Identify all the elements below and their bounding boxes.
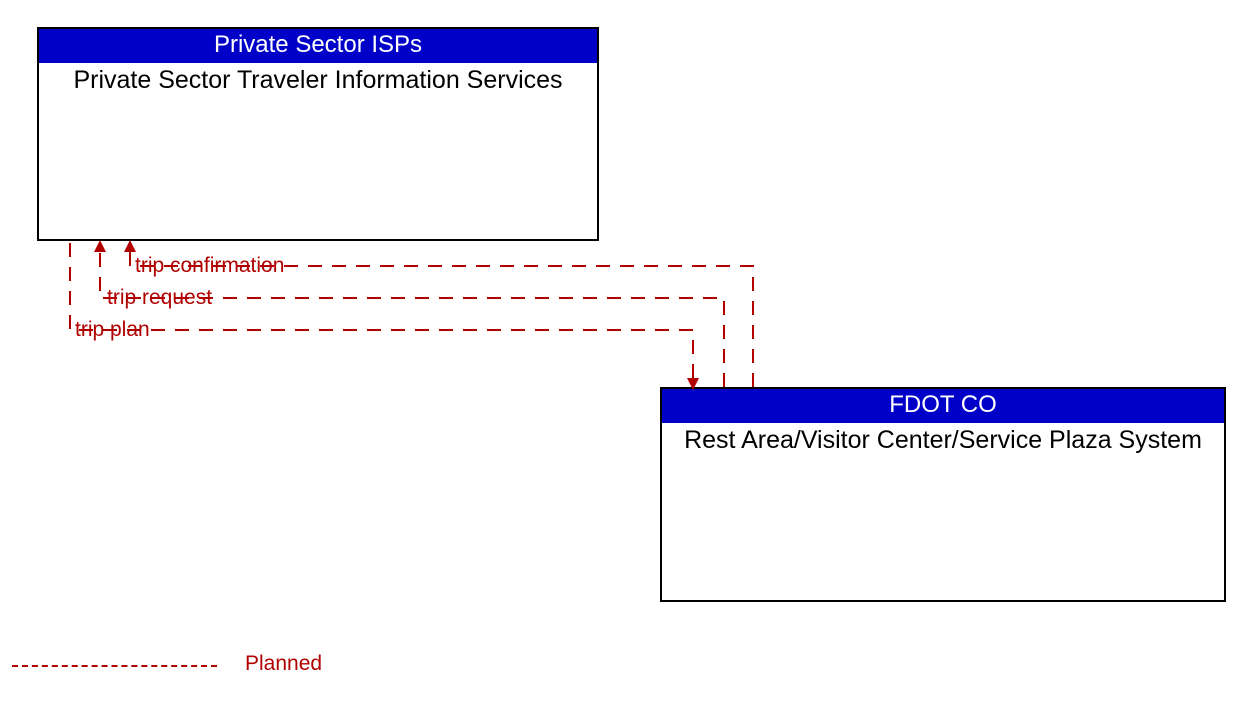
entity-fdot-co: FDOT CO Rest Area/Visitor Center/Service… — [660, 387, 1226, 602]
entity-header-bottom: FDOT CO — [662, 389, 1224, 423]
entity-private-sector-isps: Private Sector ISPs Private Sector Trave… — [37, 27, 599, 241]
flow-label-trip-request: trip request — [107, 286, 212, 310]
entity-body-bottom: Rest Area/Visitor Center/Service Plaza S… — [662, 423, 1224, 459]
entity-header-top: Private Sector ISPs — [39, 29, 597, 63]
entity-body-top: Private Sector Traveler Information Serv… — [39, 63, 597, 99]
flow-label-trip-plan: trip plan — [75, 318, 150, 342]
legend-label-planned: Planned — [245, 652, 322, 676]
legend-line-planned — [12, 665, 217, 667]
flow-label-trip-confirmation: trip confirmation — [135, 254, 284, 278]
